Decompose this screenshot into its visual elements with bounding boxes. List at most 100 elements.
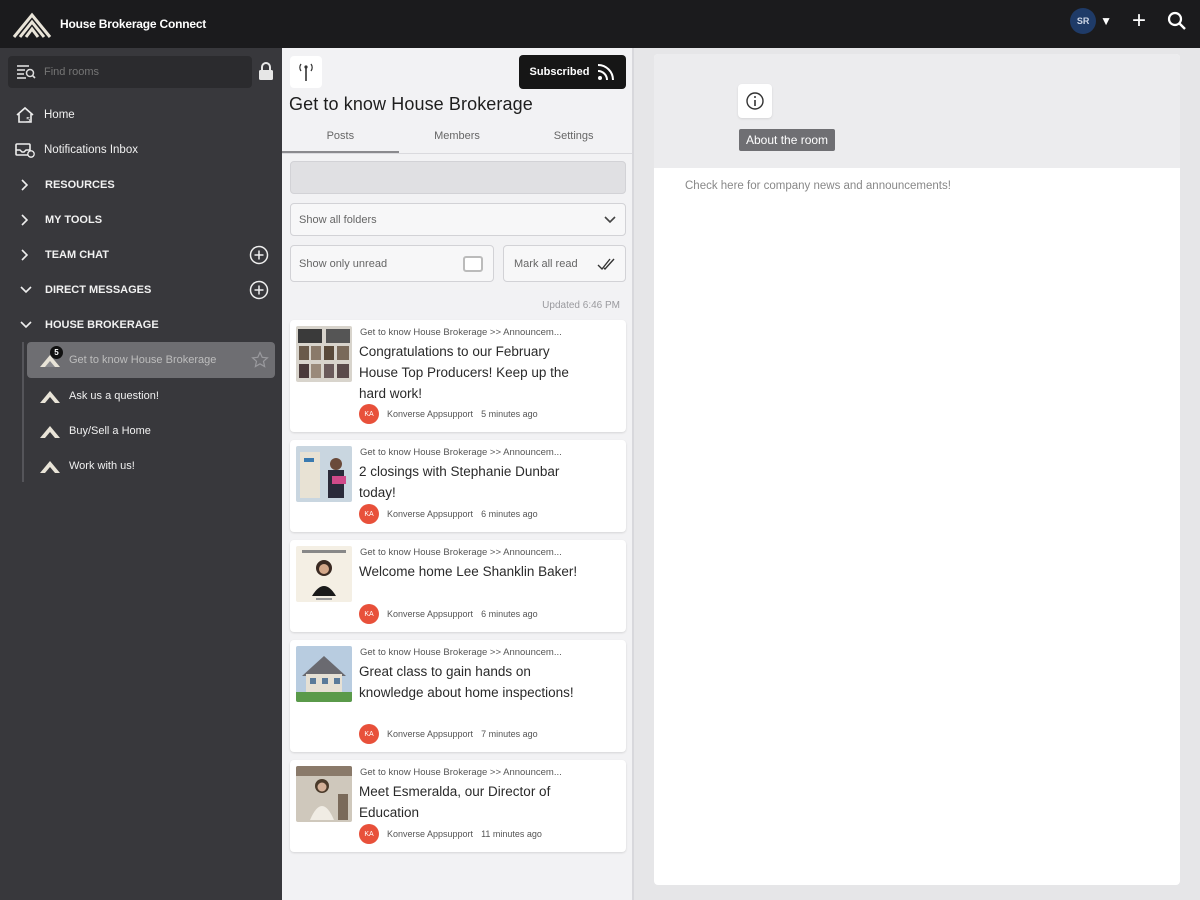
house-icon <box>39 423 61 439</box>
post-card[interactable]: Get to know House Brokerage >> Announcem… <box>290 760 626 852</box>
post-time: 6 minutes ago <box>481 609 538 619</box>
search-icon[interactable] <box>1166 10 1188 32</box>
add-team-chat-icon[interactable] <box>249 245 269 265</box>
posts-search-input[interactable] <box>290 161 626 194</box>
find-rooms-box[interactable] <box>8 56 252 88</box>
subscribed-button[interactable]: Subscribed <box>519 55 626 89</box>
home-icon: 5 <box>14 106 36 124</box>
mark-all-read-label: Mark all read <box>514 257 578 270</box>
about-room-button[interactable] <box>738 84 772 118</box>
chevron-down-icon[interactable]: ▼ <box>1100 14 1112 28</box>
nav-notifications-inbox[interactable]: Notifications Inbox <box>14 140 138 160</box>
post-meta: KA Konverse Appsupport 6 minutes ago <box>359 504 538 524</box>
svg-text:5: 5 <box>26 116 30 124</box>
post-title: Congratulations to our February House To… <box>359 344 569 401</box>
section-resources[interactable]: RESOURCES <box>20 175 115 195</box>
about-panel: About the room Check here for company ne… <box>634 48 1200 900</box>
star-icon[interactable] <box>251 351 269 369</box>
post-thumbnail <box>296 326 352 382</box>
post-title: Welcome home Lee Shanklin Baker! <box>359 564 578 579</box>
section-house-brokerage[interactable]: HOUSE BROKERAGE <box>20 315 159 335</box>
post-card[interactable]: Get to know House Brokerage >> Announcem… <box>290 540 626 632</box>
app-title: House Brokerage Connect <box>60 17 207 31</box>
folder-select[interactable]: Show all folders <box>290 203 626 236</box>
subscribed-label: Subscribed <box>529 66 590 78</box>
post-thumbnail <box>296 766 352 822</box>
tree-line <box>22 342 24 482</box>
post-meta: KA Konverse Appsupport 7 minutes ago <box>359 724 538 744</box>
post-time: 5 minutes ago <box>481 409 538 419</box>
post-time: 6 minutes ago <box>481 509 538 519</box>
sidebar: 5 Home Notifications Inbox RESOURCES MY … <box>0 48 282 900</box>
post-meta: KA Konverse Appsupport 6 minutes ago <box>359 604 538 624</box>
tab-settings[interactable]: Settings <box>515 124 632 153</box>
section-team-chat[interactable]: TEAM CHAT <box>20 245 109 265</box>
section-direct-messages[interactable]: DIRECT MESSAGES <box>20 280 151 300</box>
tab-posts[interactable]: Posts <box>282 124 399 153</box>
author-avatar: KA <box>359 504 379 524</box>
room-panel: Subscribed Get to know House Brokerage P… <box>282 48 634 900</box>
section-house-brokerage-label: HOUSE BROKERAGE <box>45 319 159 331</box>
section-my-tools[interactable]: MY TOOLS <box>20 210 102 230</box>
chevron-right-icon <box>20 214 32 226</box>
room-ask-question[interactable]: Ask us a question! <box>27 378 275 414</box>
nav-home-label: Home <box>44 109 75 121</box>
top-bar: House Brokerage Connect SR ▼ + <box>0 0 1200 48</box>
unread-toggle[interactable] <box>463 256 483 272</box>
post-meta: KA Konverse Appsupport 11 minutes ago <box>359 824 542 844</box>
post-author: Konverse Appsupport <box>387 729 474 739</box>
show-only-unread-label: Show only unread <box>299 257 388 270</box>
chevron-down-icon <box>20 286 32 294</box>
author-avatar: KA <box>359 404 379 424</box>
unread-badge: 5 <box>50 346 63 359</box>
house-icon: 5 <box>39 346 63 368</box>
rss-icon <box>598 64 615 81</box>
author-avatar: KA <box>359 604 379 624</box>
post-card[interactable]: Get to know House Brokerage >> Announcem… <box>290 640 626 752</box>
chevron-down-icon <box>604 216 616 224</box>
user-avatar[interactable]: SR <box>1070 8 1097 34</box>
post-breadcrumb: Get to know House Brokerage >> Announcem… <box>360 327 562 338</box>
post-card[interactable]: Get to know House Brokerage >> Announcem… <box>290 320 626 432</box>
house-icon <box>39 388 61 404</box>
post-title: Great class to gain hands on knowledge a… <box>359 664 574 700</box>
find-rooms-input[interactable] <box>44 66 234 78</box>
room-title: Get to know House Brokerage <box>289 94 533 114</box>
folder-select-value: Show all folders <box>299 213 377 226</box>
lock-icon[interactable] <box>258 62 274 80</box>
post-card[interactable]: Get to know House Brokerage >> Announcem… <box>290 440 626 532</box>
house-icon <box>39 458 61 474</box>
tab-members[interactable]: Members <box>399 124 516 153</box>
post-breadcrumb: Get to know House Brokerage >> Announcem… <box>360 447 562 458</box>
room-buy-sell[interactable]: Buy/Sell a Home <box>27 413 275 449</box>
post-meta: KA Konverse Appsupport 5 minutes ago <box>359 404 538 424</box>
plus-icon[interactable]: + <box>1128 9 1150 33</box>
updated-timestamp: Updated 6:46 PM <box>542 300 620 311</box>
house-logo-icon[interactable] <box>12 9 52 39</box>
chevron-right-icon <box>20 249 32 261</box>
author-avatar: KA <box>359 824 379 844</box>
post-breadcrumb: Get to know House Brokerage >> Announcem… <box>360 647 562 658</box>
post-author: Konverse Appsupport <box>387 829 474 839</box>
post-title: 2 closings with Stephanie Dunbar today! <box>359 464 560 500</box>
post-thumbnail <box>296 646 352 702</box>
mark-all-read-button[interactable]: Mark all read <box>503 245 626 282</box>
nav-home[interactable]: 5 Home <box>14 105 75 125</box>
add-direct-message-icon[interactable] <box>249 280 269 300</box>
post-thumbnail <box>296 446 352 502</box>
inbox-icon <box>14 141 36 159</box>
chevron-right-icon <box>20 179 32 191</box>
room-label: Work with us! <box>69 460 135 472</box>
show-only-unread: Show only unread <box>290 245 494 282</box>
section-team-chat-label: TEAM CHAT <box>45 249 109 261</box>
post-author: Konverse Appsupport <box>387 409 474 419</box>
about-card: About the room Check here for company ne… <box>654 54 1180 885</box>
double-check-icon <box>597 258 615 271</box>
about-room-tooltip: About the room <box>739 129 836 151</box>
room-work-with-us[interactable]: Work with us! <box>27 448 275 484</box>
room-get-to-know[interactable]: 5 Get to know House Brokerage <box>27 342 275 378</box>
broadcast-button[interactable] <box>290 56 322 88</box>
antenna-icon <box>299 63 313 81</box>
author-avatar: KA <box>359 724 379 744</box>
post-author: Konverse Appsupport <box>387 509 474 519</box>
